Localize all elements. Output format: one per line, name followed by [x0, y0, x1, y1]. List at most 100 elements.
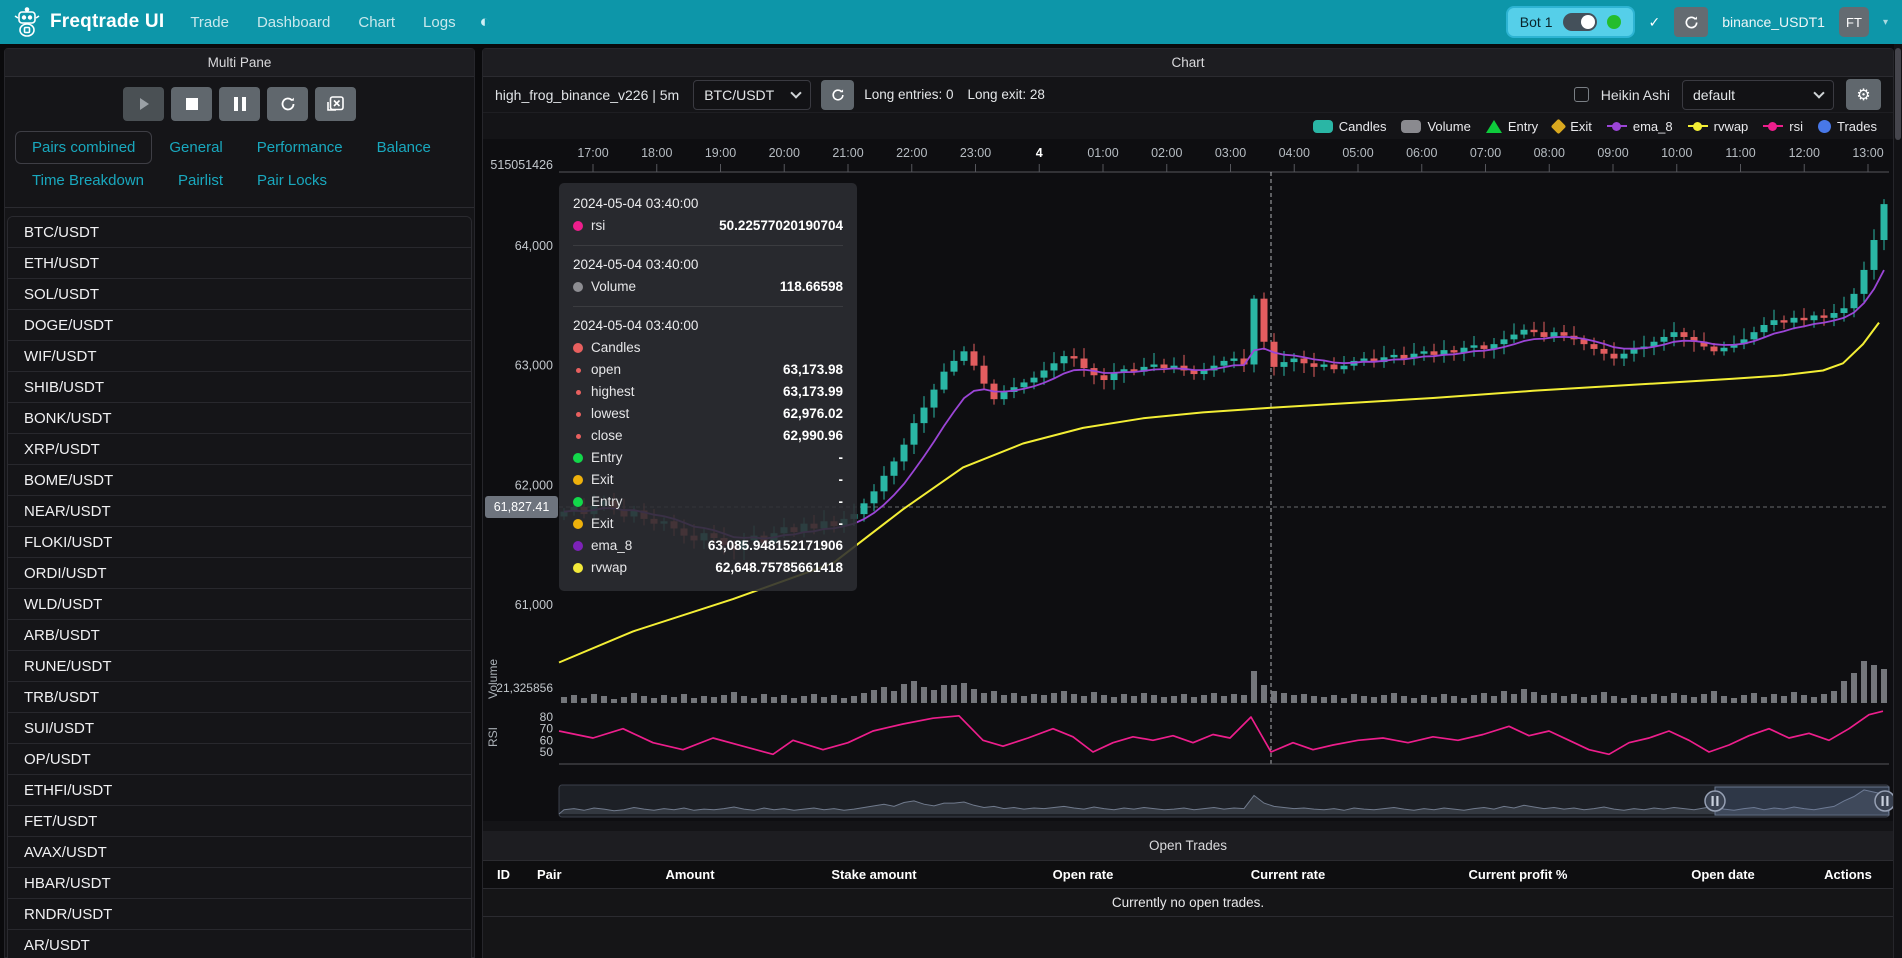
rsi-swatch-icon [1763, 120, 1783, 133]
tooltip-value: 63,173.98 [783, 359, 843, 381]
menu-item-dashboard[interactable]: Dashboard [257, 14, 330, 31]
tooltip-value: - [839, 447, 844, 469]
legend-item-trades[interactable]: Trades [1818, 119, 1877, 134]
x-axis-tick-label: 06:00 [1406, 146, 1437, 160]
tooltip-label: Exit [591, 469, 614, 491]
menu-item-chart[interactable]: Chart [358, 14, 395, 31]
volume-axis-label: 21,325856 [496, 681, 553, 695]
bot-enable-toggle[interactable] [1563, 13, 1597, 31]
account-name: binance_USDT1 [1722, 14, 1825, 30]
pair-list-item[interactable]: AR/USDT [8, 930, 471, 958]
pair-list-item[interactable]: HBAR/USDT [8, 868, 471, 899]
series-marker-icon [573, 563, 583, 573]
x-axis-tick-label: 17:00 [577, 146, 608, 160]
tooltip-date: 2024-05-04 03:40:00 [573, 193, 843, 215]
refresh-chart-button[interactable] [821, 80, 854, 110]
pair-list-item[interactable]: SHIB/USDT [8, 372, 471, 403]
tab-performance[interactable]: Performance [240, 131, 360, 164]
user-menu-caret-icon[interactable]: ▾ [1883, 17, 1888, 28]
bot-selector[interactable]: Bot 1 [1506, 6, 1635, 38]
bot-health-check-icon: ✓ [1649, 14, 1661, 31]
pair-list-item[interactable]: OP/USDT [8, 744, 471, 775]
menu-item-trade[interactable]: Trade [190, 14, 229, 31]
x-axis-tick-label: 11:00 [1725, 146, 1755, 160]
tooltip-value: 50.22577020190704 [719, 215, 843, 237]
pair-list-item[interactable]: ETHFI/USDT [8, 775, 471, 806]
legend-item-ema_8[interactable]: ema_8 [1607, 119, 1673, 134]
x-axis-tick-label: 19:00 [705, 146, 736, 160]
pair-list-item[interactable]: NEAR/USDT [8, 496, 471, 527]
pair-list-item[interactable]: DOGE/USDT [8, 310, 471, 341]
pair-list-item[interactable]: RUNE/USDT [8, 651, 471, 682]
series-marker-icon [576, 368, 581, 373]
tooltip-label: Entry [591, 447, 623, 469]
multi-pane-panel: Multi Pane [4, 48, 475, 958]
user-avatar[interactable]: FT [1839, 7, 1869, 37]
tooltip-row-ema_8: ema_863,085.948152171906 [573, 535, 843, 557]
tooltip-value: - [839, 491, 844, 513]
forceexit-all-button[interactable] [315, 87, 356, 121]
plot-config-select[interactable]: default [1682, 80, 1834, 110]
stop-bot-button[interactable] [171, 87, 212, 121]
column-header-pair: Pair [523, 867, 615, 882]
legend-item-exit[interactable]: Exit [1553, 119, 1592, 134]
tooltip-value: 63,085.948152171906 [708, 535, 843, 557]
pair-list-item[interactable]: ETH/USDT [8, 248, 471, 279]
legend-item-candles[interactable]: Candles [1313, 119, 1387, 134]
brand[interactable]: Freqtrade UI [14, 7, 164, 37]
pair-list-item[interactable]: XRP/USDT [8, 434, 471, 465]
tab-pair-locks[interactable]: Pair Locks [240, 164, 344, 197]
navbar-right: Bot 1 ✓ binance_USDT1 FT ▾ [1506, 6, 1888, 38]
datazoom-handle[interactable] [1705, 791, 1725, 811]
heikin-ashi-checkbox[interactable] [1574, 87, 1589, 102]
legend-item-entry[interactable]: Entry [1486, 119, 1538, 134]
pair-list-item[interactable]: BONK/USDT [8, 403, 471, 434]
candles-swatch-icon [1313, 120, 1333, 133]
play-icon [137, 97, 151, 111]
pause-bot-button[interactable] [219, 87, 260, 121]
legend-item-rvwap[interactable]: rvwap [1688, 119, 1749, 134]
tab-general[interactable]: General [152, 131, 239, 164]
series-marker-icon [576, 390, 581, 395]
start-bot-button[interactable] [123, 87, 164, 121]
scrollbar-thumb[interactable] [1895, 48, 1901, 140]
pair-list-item[interactable]: BOME/USDT [8, 465, 471, 496]
page-scrollbar[interactable] [1894, 44, 1902, 958]
datazoom-handle[interactable] [1875, 791, 1893, 811]
plot-settings-button[interactable]: ⚙ [1846, 79, 1881, 110]
pair-list-item[interactable]: WIF/USDT [8, 341, 471, 372]
tab-balance[interactable]: Balance [360, 131, 448, 164]
pair-list-item[interactable]: RNDR/USDT [8, 899, 471, 930]
chart-legend: Candles Volume Entry Exit ema_8 rvwap rsi Trade… [483, 113, 1893, 139]
x-axis-tick-label: 01:00 [1087, 146, 1118, 160]
candlestick-chart[interactable]: 17:0018:0019:0020:0021:0022:0023:00401:0… [483, 139, 1893, 821]
column-header-current-rate: Current rate [1183, 867, 1393, 882]
pair-list-item[interactable]: ORDI/USDT [8, 558, 471, 589]
pair-list-item[interactable]: BTC/USDT [8, 217, 471, 248]
pair-select[interactable]: BTC/USDT [693, 80, 811, 110]
tab-time-breakdown[interactable]: Time Breakdown [15, 164, 161, 197]
pair-list-item[interactable]: FLOKI/USDT [8, 527, 471, 558]
chart-tooltip: 2024-05-04 03:40:00rsi50.225770201907042… [559, 183, 857, 591]
pair-list-item[interactable]: FET/USDT [8, 806, 471, 837]
y-axis-tick-label: 61,000 [515, 598, 553, 612]
pair-list-item[interactable]: TRB/USDT [8, 682, 471, 713]
reload-config-button[interactable] [267, 87, 308, 121]
legend-item-rsi[interactable]: rsi [1763, 119, 1803, 134]
pair-list-item[interactable]: WLD/USDT [8, 589, 471, 620]
reload-bot-button[interactable] [1674, 7, 1708, 37]
series-marker-icon [576, 434, 581, 439]
pair-list-item[interactable]: AVAX/USDT [8, 837, 471, 868]
tooltip-row-exit: Exit- [573, 513, 843, 535]
pair-list-item[interactable]: ARB/USDT [8, 620, 471, 651]
menu-item-logs[interactable]: Logs [423, 14, 456, 31]
tab-pairs-combined[interactable]: Pairs combined [15, 131, 152, 164]
x-axis-tick-label: 09:00 [1597, 146, 1628, 160]
pair-list-item[interactable]: SOL/USDT [8, 279, 471, 310]
tooltip-label: close [591, 425, 623, 447]
theme-toggle-icon[interactable]: ◐ [480, 12, 490, 32]
tab-pairlist[interactable]: Pairlist [161, 164, 240, 197]
pair-list-item[interactable]: SUI/USDT [8, 713, 471, 744]
column-header-actions: Actions [1803, 867, 1893, 882]
legend-item-volume[interactable]: Volume [1401, 119, 1470, 134]
